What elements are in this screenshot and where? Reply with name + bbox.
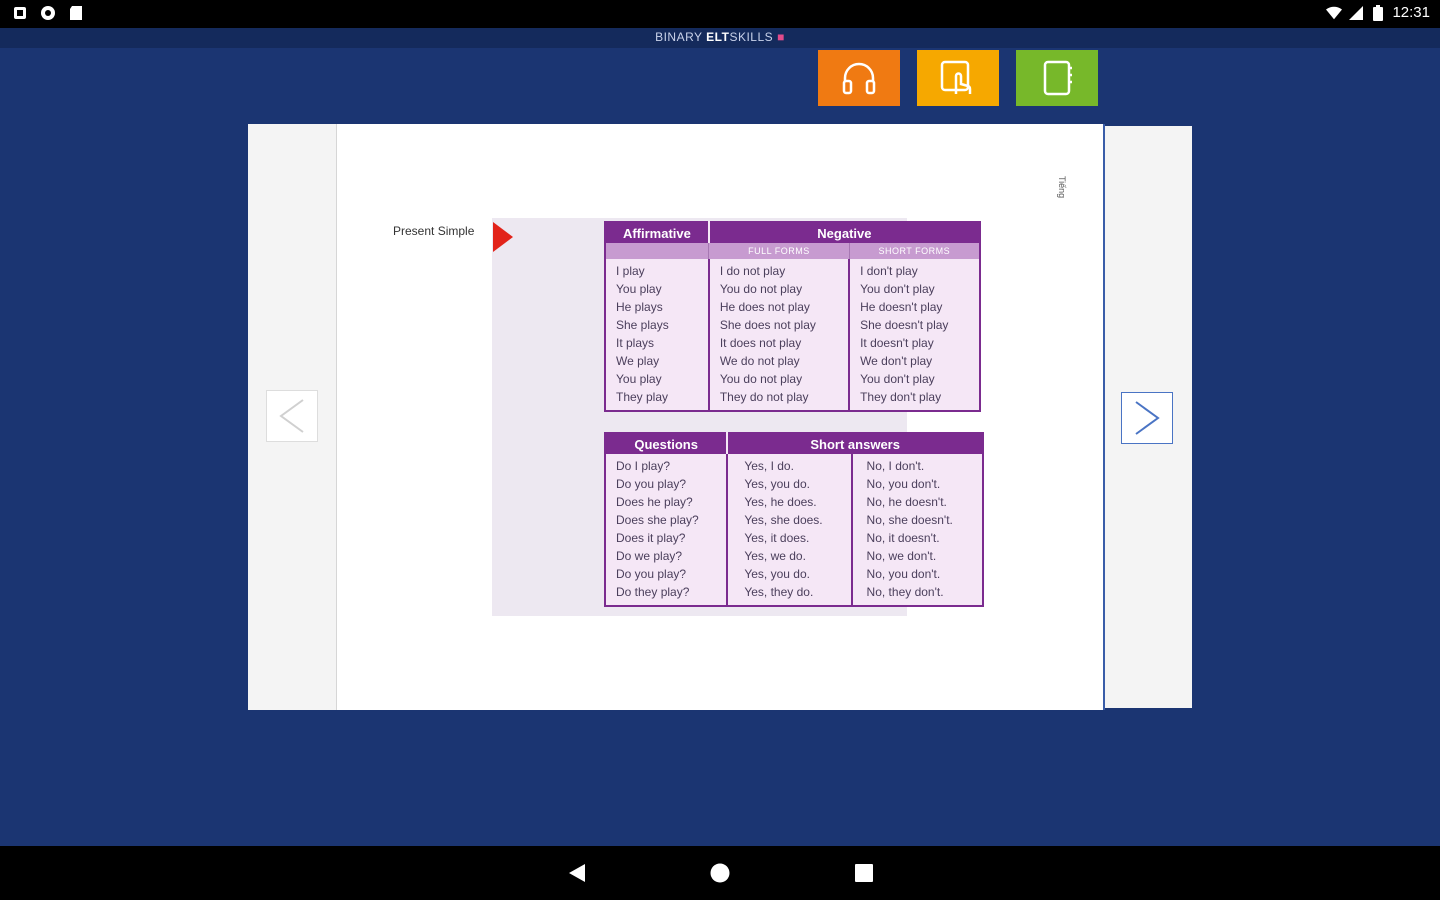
questions-column: Do I play? Do you play? Does he play? Do…	[616, 459, 699, 599]
chevron-left-icon	[279, 399, 304, 433]
present-simple-table: Affirmative Negative FULL FORMS SHORT FO…	[604, 221, 981, 412]
subheader-short-forms: SHORT FORMS	[848, 243, 980, 259]
notification-icon	[12, 5, 28, 21]
status-bar: 12:31	[0, 0, 1440, 28]
negative-short-column: I don't play You don't play He doesn't p…	[848, 259, 980, 411]
headphones-icon	[842, 62, 876, 95]
book-page: Tiếng Present Simple Affirmative Negativ…	[337, 124, 1105, 710]
left-gutter	[248, 124, 337, 710]
sync-icon	[40, 5, 56, 21]
questions-table: Questions Short answers Do I play? Do yo…	[604, 432, 984, 607]
recents-icon[interactable]	[853, 862, 875, 884]
brand-logo: BINARY ELTSKILLS ■	[655, 30, 785, 44]
home-icon[interactable]	[709, 862, 731, 884]
chevron-right-icon	[1135, 401, 1160, 435]
affirmative-column: I play You play He plays She plays It pl…	[616, 264, 669, 404]
header-affirmative: Affirmative	[605, 222, 709, 243]
no-answers-column: No, I don't. No, you don't. No, he doesn…	[850, 454, 983, 606]
audio-button[interactable]	[818, 50, 900, 106]
page-side-text: Tiếng	[1057, 176, 1067, 199]
yes-answers-column: Yes, I do. Yes, you do. Yes, he does. Ye…	[726, 454, 852, 606]
next-page-button[interactable]	[1121, 392, 1173, 444]
header-questions: Questions	[605, 433, 728, 454]
sd-card-icon	[68, 5, 84, 21]
header-short-answers: Short answers	[726, 433, 983, 454]
interactive-button[interactable]	[917, 50, 999, 106]
negative-full-column: I do not play You do not play He does no…	[707, 259, 850, 411]
book-viewer: Tiếng Present Simple Affirmative Negativ…	[248, 124, 1192, 710]
subheader-full-forms: FULL FORMS	[708, 243, 850, 259]
red-arrow-icon	[493, 222, 513, 252]
signal-icon	[1348, 5, 1364, 21]
header-negative: Negative	[707, 222, 980, 243]
section-label: Present Simple	[393, 224, 475, 238]
notebook-icon	[1043, 60, 1072, 96]
touch-icon	[940, 60, 972, 94]
battery-icon	[1370, 4, 1386, 21]
system-nav-bar	[0, 846, 1440, 900]
wifi-icon	[1326, 5, 1343, 21]
status-time: 12:31	[1392, 4, 1430, 21]
brand-dot-icon: ■	[777, 30, 785, 44]
workbook-button[interactable]	[1016, 50, 1098, 106]
previous-page-button[interactable]	[266, 390, 318, 442]
right-gutter	[1105, 126, 1192, 708]
app-header: BINARY ELTSKILLS ■	[0, 28, 1440, 48]
back-icon[interactable]	[566, 862, 588, 884]
